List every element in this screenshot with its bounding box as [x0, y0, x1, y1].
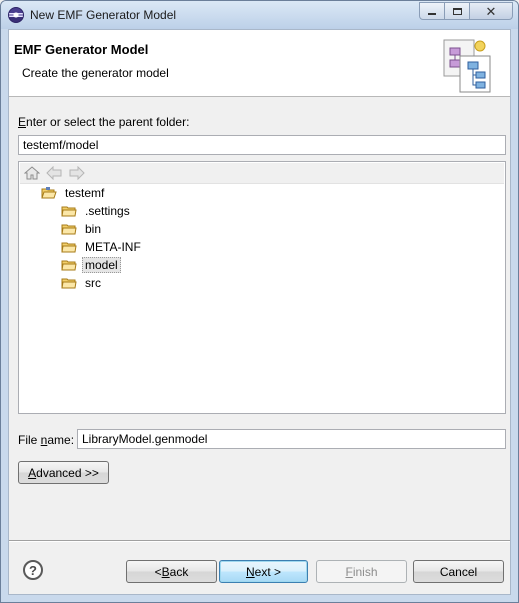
tree-item-label: .settings	[85, 204, 130, 218]
finish-button[interactable]: Finish	[316, 560, 407, 583]
cancel-button[interactable]: Cancel	[413, 560, 504, 583]
wizard-client-area: EMF Generator Model Create the generator…	[8, 29, 511, 595]
genmodel-wizard-icon	[443, 39, 491, 93]
close-button[interactable]: ✕	[469, 2, 513, 20]
wizard-header: EMF Generator Model Create the generator…	[9, 30, 510, 97]
tree-item-testemf[interactable]: testemf	[41, 184, 107, 202]
back-arrow-icon[interactable]	[46, 166, 62, 180]
tree-item-settings[interactable]: .settings	[61, 202, 133, 220]
folder-icon	[61, 260, 77, 271]
title-bar[interactable]: New EMF Generator Model ✕	[1, 1, 518, 29]
tree-toolbar	[20, 163, 504, 184]
tree-item-model[interactable]: model	[61, 256, 121, 274]
file-name-input[interactable]: LibraryModel.genmodel	[77, 429, 506, 449]
window-controls: ✕	[419, 2, 513, 20]
folder-icon	[61, 242, 77, 253]
minimize-button[interactable]	[419, 2, 445, 20]
help-icon[interactable]: ?	[23, 560, 43, 580]
parent-folder-input[interactable]: testemf/model	[18, 135, 506, 155]
folder-icon	[61, 206, 77, 217]
tree-item-src[interactable]: src	[61, 274, 104, 292]
maximize-icon	[452, 7, 462, 15]
tree-item-label: bin	[85, 222, 102, 236]
tree-item-label: src	[85, 276, 101, 290]
close-icon: ✕	[485, 3, 497, 19]
next-button[interactable]: Next >	[219, 560, 308, 583]
project-folder-icon	[41, 187, 57, 199]
forward-arrow-icon[interactable]	[69, 166, 85, 180]
button-bar-separator	[9, 540, 510, 542]
tree-item-label: testemf	[65, 186, 105, 200]
wizard-window: New EMF Generator Model ✕ EMF Generator …	[0, 0, 519, 603]
tree-item-label-selected: model	[82, 257, 121, 273]
parent-folder-label: Enter or select the parent folder:	[18, 115, 190, 129]
tree-item-bin[interactable]: bin	[61, 220, 104, 238]
folder-tree[interactable]: testemf .settings bin META-INF model src	[18, 161, 506, 414]
tree-item-meta-inf[interactable]: META-INF	[61, 238, 144, 256]
back-button[interactable]: < Back	[126, 560, 217, 583]
window-title: New EMF Generator Model	[30, 8, 177, 22]
home-icon[interactable]	[24, 166, 40, 180]
file-name-label: File name:	[18, 433, 75, 447]
wizard-page-description: Create the generator model	[22, 66, 169, 80]
eclipse-app-icon	[8, 7, 24, 23]
folder-icon	[61, 224, 77, 235]
maximize-button[interactable]	[444, 2, 470, 20]
folder-icon	[61, 278, 77, 289]
minimize-icon	[428, 13, 436, 15]
advanced-button[interactable]: Advanced >>	[18, 461, 109, 484]
wizard-page-title: EMF Generator Model	[14, 42, 149, 57]
tree-item-label: META-INF	[85, 240, 141, 254]
